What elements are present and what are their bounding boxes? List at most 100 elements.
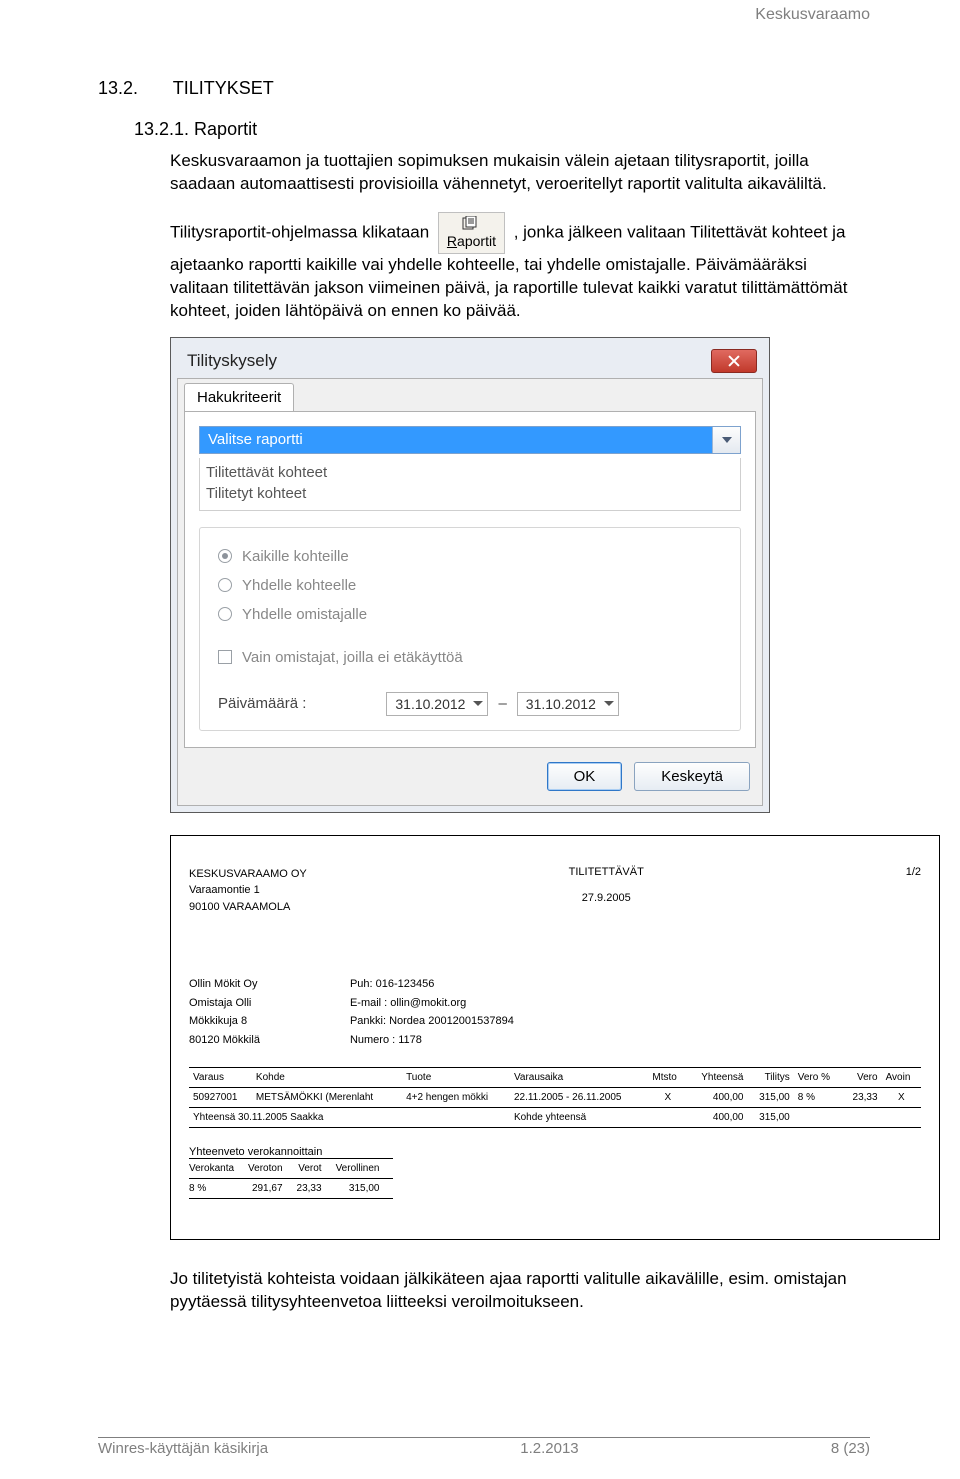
sum-yht: 400,00 [687, 1108, 747, 1128]
dialog-title: Tilityskysely [187, 351, 711, 371]
chevron-down-icon [604, 701, 614, 706]
report-preview: KESKUSVARAAMO OY Varaamontie 1 90100 VAR… [170, 835, 940, 1241]
sum-label: Yhteensä 30.11.2005 Saakka [189, 1108, 510, 1128]
tab-hakukriteerit[interactable]: Hakukriteerit [184, 383, 294, 411]
page-indicator: 1/2 [906, 866, 921, 916]
report-table: Varaus Kohde Tuote Varausaika Mtsto Yhte… [189, 1067, 921, 1128]
owner-phone: 016-123456 [376, 978, 435, 990]
owner-phone-label: Puh: [350, 978, 373, 990]
sum-mid: Kohde yhteensä [510, 1108, 687, 1128]
subsection-heading: 13.2.1. Raportit [134, 119, 870, 140]
chevron-down-icon[interactable] [712, 427, 740, 453]
checkbox-vain-omistajat[interactable]: Vain omistajat, joilla ei etäkäyttöä [218, 643, 722, 672]
radio-label: Yhdelle kohteelle [242, 577, 356, 594]
ok-button[interactable]: OK [547, 762, 623, 791]
owner-contact: Omistaja Olli [189, 994, 260, 1013]
cell: 8 % [794, 1088, 842, 1108]
list-item[interactable]: Tilitetyt kohteet [206, 483, 734, 504]
th-mtsto: Mtsto [648, 1068, 687, 1088]
close-icon[interactable] [711, 349, 757, 373]
radio-icon [218, 549, 232, 563]
radio-label: Kaikille kohteille [242, 548, 349, 565]
page-footer: Winres-käyttäjän käsikirja 1.2.2013 8 (2… [98, 1437, 870, 1457]
date-to[interactable]: 31.10.2012 [517, 692, 619, 716]
th-vero: Vero [842, 1068, 882, 1088]
owner-street: Mökkikuja 8 [189, 1012, 260, 1031]
table-row: 50927001 METSÄMÖKKI (Merenlaht 4+2 henge… [189, 1088, 921, 1108]
table-row: 8 % 291,67 23,33 315,00 [189, 1179, 393, 1199]
cell: 315,00 [336, 1179, 394, 1199]
radio-yhdelle-omistajalle[interactable]: Yhdelle omistajalle [218, 600, 722, 629]
th-kohde: Kohde [252, 1068, 402, 1088]
footer-right: 8 (23) [831, 1440, 870, 1457]
owner-num: 1178 [398, 1034, 422, 1046]
cell: X [648, 1088, 687, 1108]
paragraph-instructions: Tilitysraportit-ohjelmassa klikataan Rap… [170, 212, 870, 323]
owner-num-label: Numero : [350, 1034, 395, 1046]
owner-bank-label: Pankki: [350, 1015, 386, 1027]
radio-yhdelle-kohteelle[interactable]: Yhdelle kohteelle [218, 571, 722, 600]
footer-center: 1.2.2013 [520, 1440, 578, 1457]
checkbox-label: Vain omistajat, joilla ei etäkäyttöä [242, 649, 463, 666]
section-title: TILITYKSET [173, 78, 274, 98]
cell: METSÄMÖKKI (Merenlaht [252, 1088, 402, 1108]
date-from[interactable]: 31.10.2012 [386, 692, 488, 716]
paragraph-intro: Keskusvaraamon ja tuottajien sopimuksen … [170, 150, 870, 196]
radio-label: Yhdelle omistajalle [242, 606, 367, 623]
radio-icon [218, 607, 232, 621]
target-group: Kaikille kohteille Yhdelle kohteelle Yhd… [199, 527, 741, 731]
running-header: Keskusvaraamo [755, 6, 870, 24]
company-addr2: 90100 VARAAMOLA [189, 899, 307, 916]
company-name: KESKUSVARAAMO OY [189, 866, 307, 883]
report-select[interactable]: Valitse raportti [199, 426, 741, 454]
paragraph-before-button: Tilitysraportit-ohjelmassa klikataan [170, 222, 434, 241]
cell: 315,00 [748, 1088, 794, 1108]
footer-left: Winres-käyttäjän käsikirja [98, 1440, 268, 1457]
owner-city: 80120 Mökkilä [189, 1031, 260, 1050]
checkbox-icon [218, 650, 232, 664]
th-verollinen: Verollinen [336, 1159, 394, 1179]
th-tuote: Tuote [402, 1068, 510, 1088]
report-date: 27.9.2005 [307, 892, 906, 904]
date-from-value: 31.10.2012 [395, 696, 465, 712]
cell: X [882, 1088, 921, 1108]
th-varaus: Varaus [189, 1068, 252, 1088]
date-label: Päivämäärä : [218, 695, 306, 712]
cell: 23,33 [297, 1179, 336, 1199]
table-sum-row: Yhteensä 30.11.2005 Saakka Kohde yhteens… [189, 1108, 921, 1128]
th-avoin: Avoin [882, 1068, 921, 1088]
th-tilitys: Tilitys [748, 1068, 794, 1088]
tax-table: Verokanta Veroton Verot Verollinen 8 % 2… [189, 1158, 393, 1199]
cancel-button[interactable]: Keskeytä [634, 762, 750, 791]
dialog-screenshot: Tilityskysely Hakukriteerit Valitse rapo… [170, 337, 770, 813]
company-addr1: Varaamontie 1 [189, 882, 307, 899]
report-icon [461, 216, 481, 230]
section-number: 13.2. [98, 78, 138, 98]
owner-name: Ollin Mökit Oy [189, 975, 260, 994]
date-to-value: 31.10.2012 [526, 696, 596, 712]
cell: 8 % [189, 1179, 248, 1199]
section-heading: 13.2. TILITYKSET [98, 78, 870, 99]
owner-email: ollin@mokit.org [390, 997, 466, 1009]
report-option-list[interactable]: Tilitettävät kohteet Tilitetyt kohteet [199, 458, 741, 511]
raportit-button-label: Raportit [447, 233, 496, 249]
th-veroton: Veroton [248, 1159, 296, 1179]
report-select-value: Valitse raportti [200, 427, 712, 453]
chevron-down-icon [473, 701, 483, 706]
th-veropct: Vero % [794, 1068, 842, 1088]
cell: 22.11.2005 - 26.11.2005 [510, 1088, 648, 1108]
raportit-button[interactable]: Raportit [438, 212, 505, 254]
sum-til: 315,00 [748, 1108, 794, 1128]
cell: 50927001 [189, 1088, 252, 1108]
radio-kaikille[interactable]: Kaikille kohteille [218, 542, 722, 571]
list-item[interactable]: Tilitettävät kohteet [206, 462, 734, 483]
th-verot: Verot [297, 1159, 336, 1179]
tax-summary-title: Yhteenveto verokannoittain [189, 1146, 921, 1158]
th-yhteensa: Yhteensä [687, 1068, 747, 1088]
owner-email-label: E-mail : [350, 997, 387, 1009]
th-varausaika: Varausaika [510, 1068, 648, 1088]
cell: 400,00 [687, 1088, 747, 1108]
paragraph-closing: Jo tilitetyistä kohteista voidaan jälkik… [170, 1268, 870, 1314]
th-verokanta: Verokanta [189, 1159, 248, 1179]
owner-bank: Nordea 20012001537894 [389, 1015, 514, 1027]
